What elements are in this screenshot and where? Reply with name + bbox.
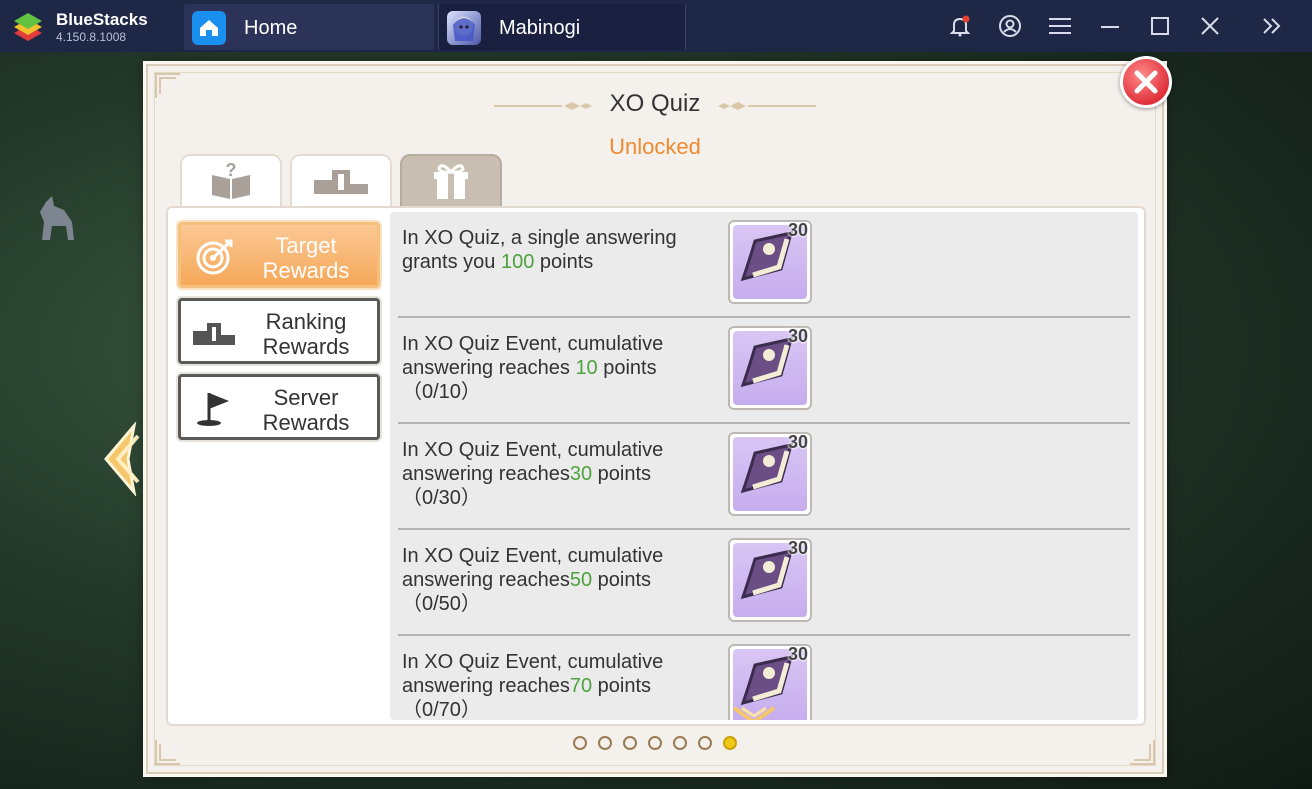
side-target-rewards-button[interactable]: Target Rewards	[178, 222, 380, 288]
page-dot[interactable]	[623, 736, 637, 750]
side-target-rewards-label: Target Rewards	[262, 233, 350, 283]
reward-item-count: 30	[787, 326, 808, 346]
reward-item-slot[interactable]: 30	[728, 432, 812, 516]
app-name: BlueStacks	[56, 10, 148, 29]
tab-ranking[interactable]	[290, 154, 392, 206]
reward-item-slot[interactable]: 30	[728, 220, 812, 304]
target-icon	[196, 239, 233, 275]
tab-rewards[interactable]	[400, 154, 502, 206]
side-ranking-rewards-button[interactable]: Ranking Rewards	[178, 298, 380, 364]
reward-description: In XO Quiz Event, cumulative answering r…	[402, 651, 664, 720]
reward-row: In XO Quiz Event, cumulative answering r…	[398, 530, 1130, 636]
expand-sidebar-icon[interactable]	[1256, 10, 1288, 42]
tab-mabinogi-label: Mabinogi	[499, 17, 581, 39]
page-indicator	[148, 736, 1162, 750]
page-dot[interactable]	[698, 736, 712, 750]
dialog-close-button[interactable]	[1120, 56, 1172, 108]
gift-box-icon	[434, 164, 468, 199]
side-server-rewards-label: Server Rewards	[262, 385, 350, 435]
close-icon[interactable]	[1194, 10, 1226, 42]
rewards-content-frame: Target Rewards Ranking Rewards Server Rewar…	[166, 206, 1146, 726]
reward-description: In XO Quiz Event, cumulative answering r…	[402, 545, 664, 615]
side-ranking-rewards-label: Ranking Rewards	[262, 309, 350, 359]
wolf-icon	[40, 196, 74, 240]
title-ornament-right-icon	[718, 102, 816, 110]
svg-text:?: ?	[226, 161, 237, 180]
reward-description: In XO Quiz, a single answering grants yo…	[402, 227, 677, 273]
quiz-book-icon: ?	[212, 161, 250, 199]
page-dot[interactable]	[723, 736, 737, 750]
notification-bell-icon[interactable]	[944, 10, 976, 42]
reward-list[interactable]: In XO Quiz, a single answering grants yo…	[390, 212, 1138, 720]
reward-target-number: 30	[569, 463, 593, 485]
reward-item-count: 30	[787, 220, 808, 240]
reward-description: In XO Quiz Event, cumulative answering r…	[402, 333, 664, 403]
reward-target-number: 10	[575, 357, 598, 379]
tab-home-label: Home	[244, 17, 298, 39]
reward-item-slot[interactable]: 30	[728, 326, 812, 410]
reward-item-count: 30	[787, 538, 808, 558]
page-dot[interactable]	[573, 736, 587, 750]
flag-icon	[197, 393, 229, 426]
maximize-icon[interactable]	[1144, 10, 1176, 42]
home-icon	[192, 11, 226, 45]
reward-target-number: 50	[569, 569, 593, 591]
bluestacks-titlebar: BlueStacks 4.150.8.1008 Home Mabinogi	[0, 0, 1312, 52]
xo-quiz-dialog: XO Quiz Unlocked ? Target Rewards Rankin…	[146, 64, 1164, 774]
tab-mabinogi[interactable]: Mabinogi	[438, 4, 686, 50]
side-server-rewards-button[interactable]: Server Rewards	[178, 374, 380, 440]
reward-target-number: 100	[500, 251, 535, 273]
app-version: 4.150.8.1008	[56, 30, 127, 44]
reward-item-count: 30	[787, 432, 808, 452]
reward-row: In XO Quiz Event, cumulative answering r…	[398, 424, 1130, 530]
minimize-icon[interactable]	[1094, 10, 1126, 42]
page-dot[interactable]	[673, 736, 687, 750]
page-dot[interactable]	[598, 736, 612, 750]
scroll-down-arrow-icon[interactable]	[730, 706, 778, 720]
reward-target-number: 70	[569, 675, 593, 697]
bluestacks-brand: BlueStacks 4.150.8.1008	[10, 8, 180, 44]
reward-row: In XO Quiz Event, cumulative answering r…	[398, 318, 1130, 424]
menu-icon[interactable]	[1044, 10, 1076, 42]
dialog-title: XO Quiz	[609, 90, 701, 117]
tab-home[interactable]: Home	[184, 4, 434, 50]
page-dot[interactable]	[648, 736, 662, 750]
close-x-icon	[1134, 70, 1158, 94]
reward-item-count: 30	[787, 644, 808, 664]
reward-description: In XO Quiz Event, cumulative answering r…	[402, 439, 664, 509]
podium-icon	[193, 323, 235, 345]
podium-icon	[314, 170, 368, 194]
mabinogi-game-icon	[447, 11, 481, 45]
tab-quiz-info[interactable]: ?	[180, 154, 282, 206]
reward-item-slot[interactable]: 30	[728, 538, 812, 622]
bluestacks-logo-icon	[14, 13, 42, 41]
account-icon[interactable]	[994, 10, 1026, 42]
previous-page-arrow-icon[interactable]	[100, 422, 140, 496]
reward-row: In XO Quiz, a single answering grants yo…	[398, 212, 1130, 318]
